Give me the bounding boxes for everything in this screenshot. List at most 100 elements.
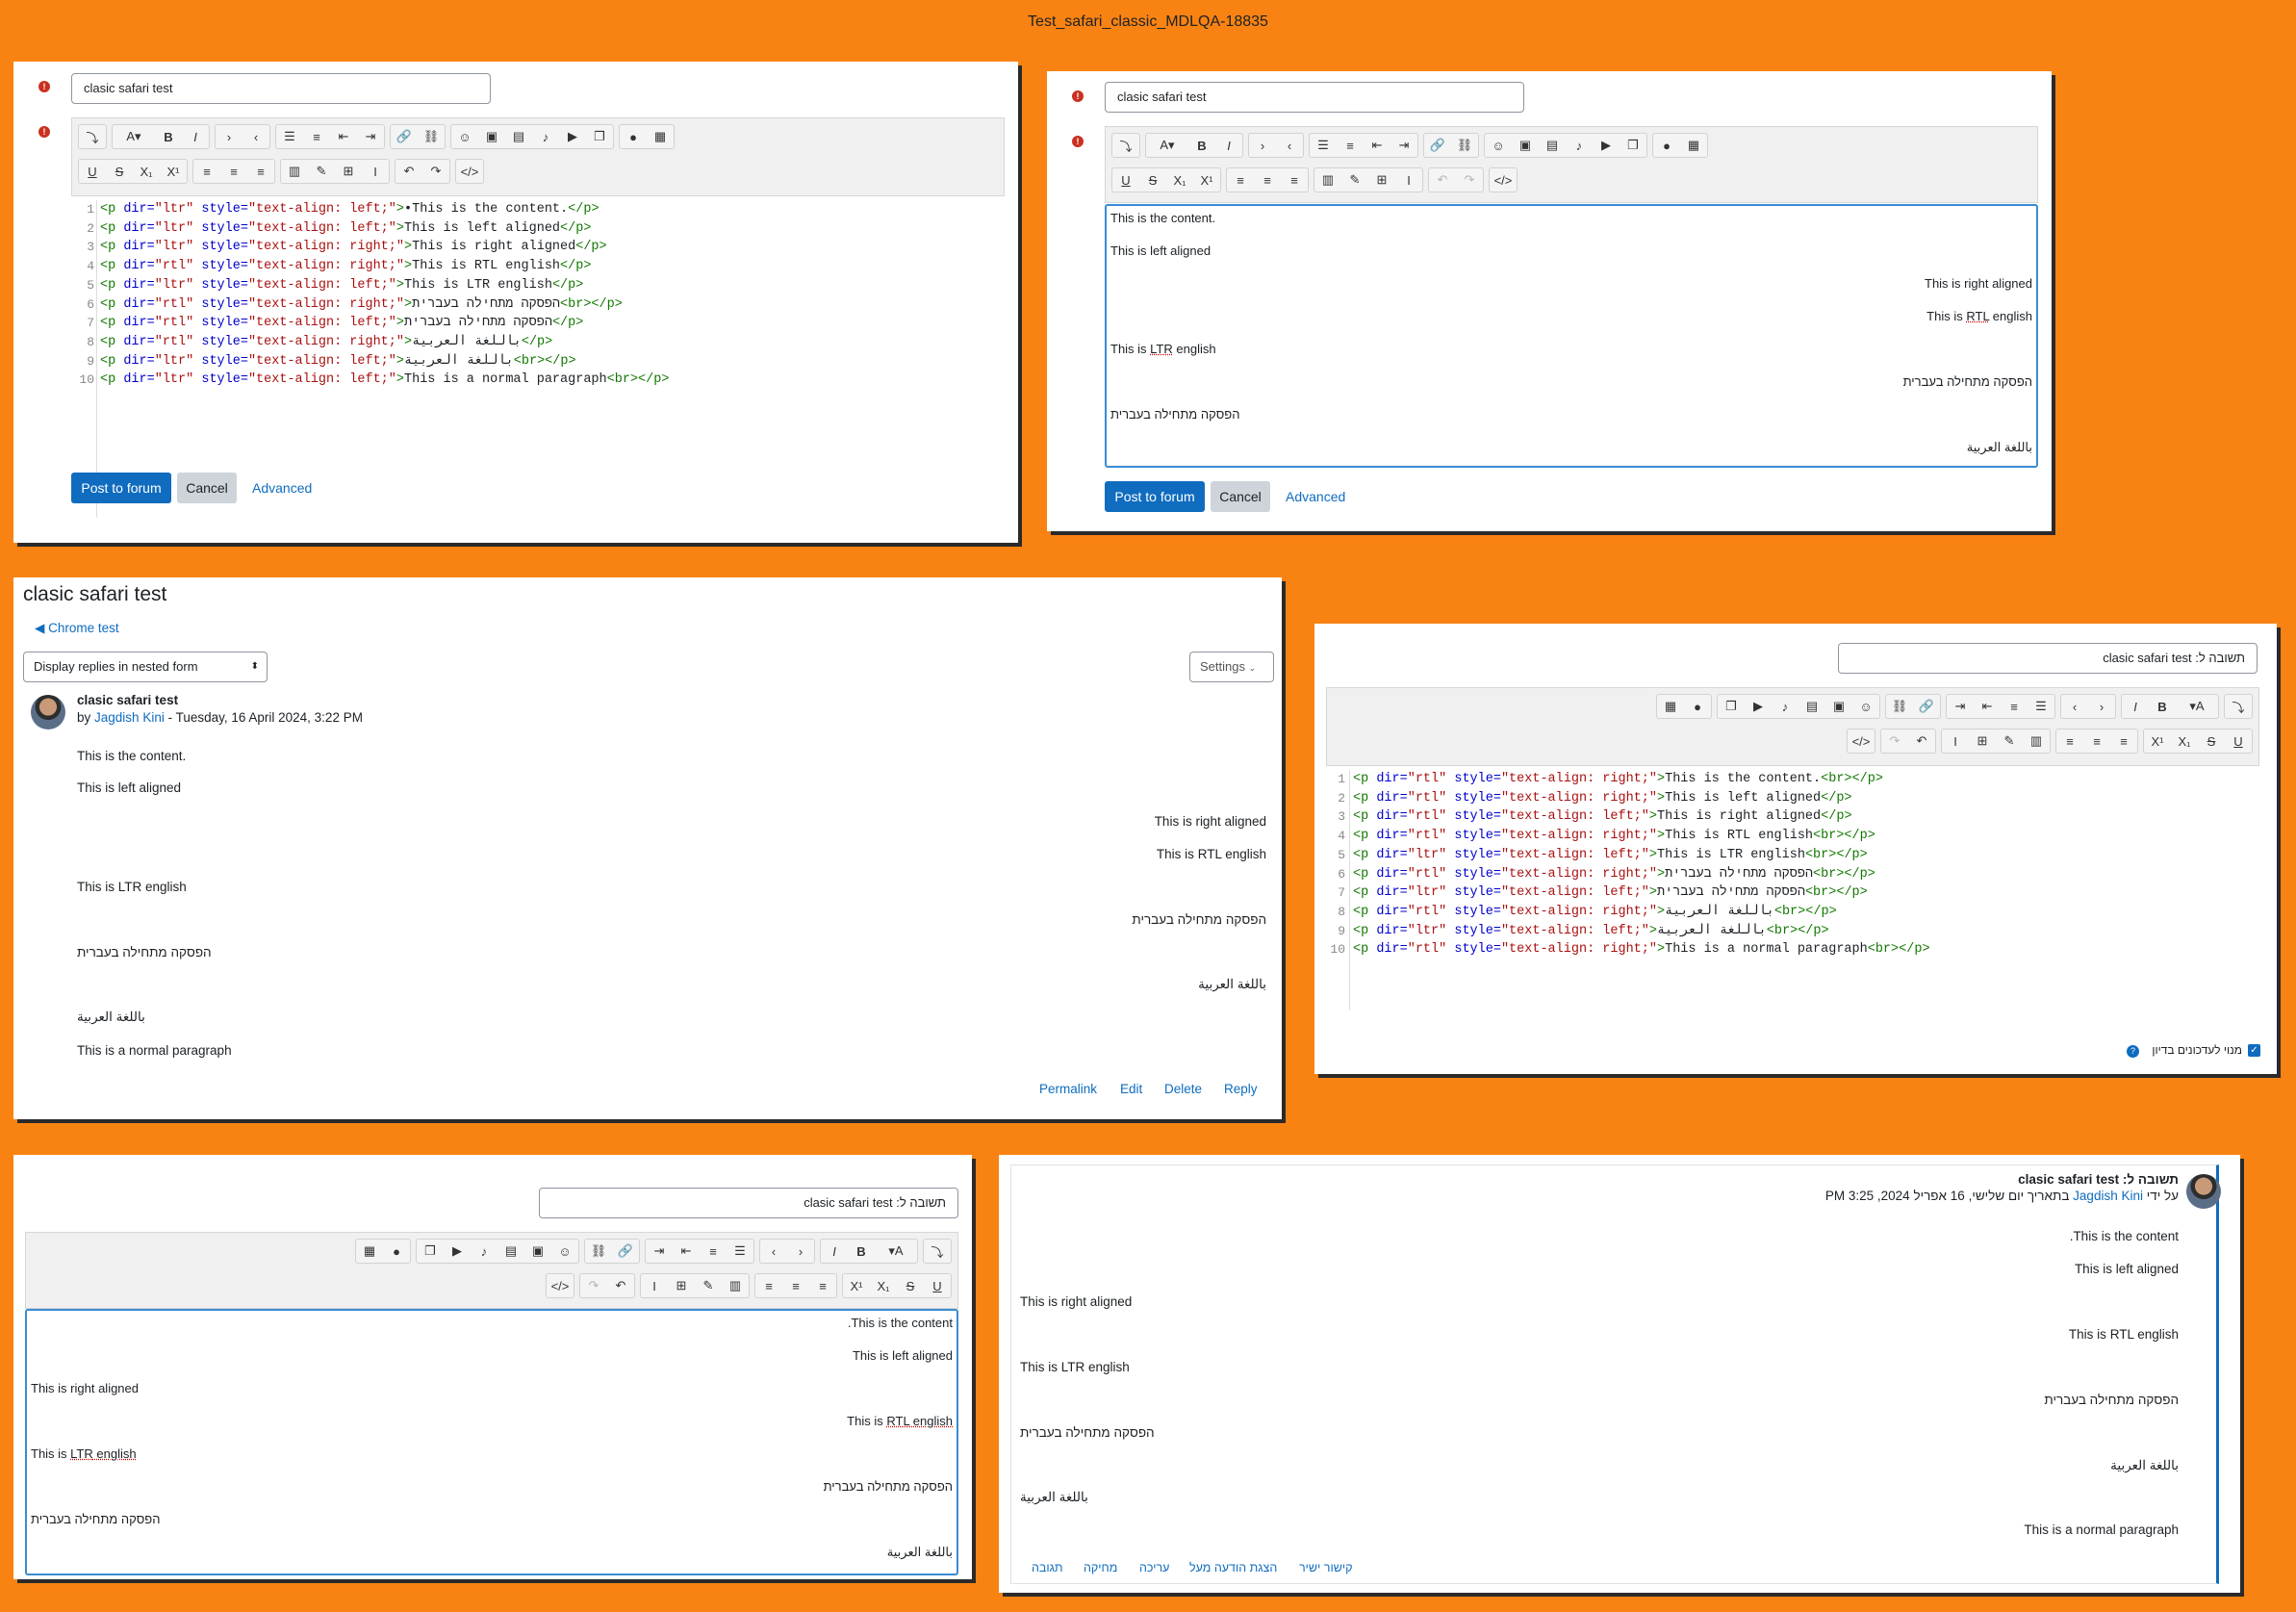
subject-input[interactable]: clasic safari test: [1105, 82, 1524, 113]
cancel-button[interactable]: Cancel: [1211, 481, 1270, 512]
underline-icon[interactable]: U: [79, 160, 106, 183]
collapse-icon[interactable]: ⤵: [79, 125, 106, 148]
subscript-icon[interactable]: X₁: [2171, 729, 2198, 753]
align-right-icon[interactable]: ≡: [2056, 729, 2083, 753]
video-icon[interactable]: ▶: [559, 125, 586, 148]
table-icon[interactable]: ⊞: [1969, 729, 1996, 753]
superscript-icon[interactable]: X¹: [2144, 729, 2171, 753]
grid-icon[interactable]: ▦: [356, 1240, 383, 1263]
subscript-icon[interactable]: X₁: [133, 160, 160, 183]
emoji-icon[interactable]: ☺: [551, 1240, 578, 1263]
permalink-link[interactable]: קישור ישיר: [1299, 1561, 1352, 1574]
align-right-icon[interactable]: ≡: [1281, 168, 1308, 192]
rtl-icon[interactable]: ‹: [760, 1240, 787, 1263]
media-icon[interactable]: ▤: [505, 125, 532, 148]
video-icon[interactable]: ▶: [1745, 695, 1772, 718]
image-icon[interactable]: ▣: [1825, 695, 1852, 718]
redo-icon[interactable]: ↷: [422, 160, 449, 183]
ltr-icon[interactable]: ›: [216, 125, 242, 148]
unordered-list-icon[interactable]: ☰: [727, 1240, 753, 1263]
emoji-icon[interactable]: ☺: [451, 125, 478, 148]
align-left-icon[interactable]: ≡: [1227, 168, 1254, 192]
html-source-code[interactable]: <p dir="rtl" style="text-align: right;">…: [1353, 770, 1930, 960]
html-source-icon[interactable]: </>: [1490, 168, 1517, 192]
redo-icon[interactable]: ↷: [1881, 729, 1908, 753]
video-icon[interactable]: ▶: [444, 1240, 471, 1263]
collapse-icon[interactable]: ⤵: [1112, 134, 1139, 157]
outdent-icon[interactable]: ⇤: [1364, 134, 1390, 157]
rtl-icon[interactable]: ‹: [2061, 695, 2088, 718]
align-center-icon[interactable]: ≡: [782, 1274, 809, 1297]
italic-icon[interactable]: I: [1215, 134, 1242, 157]
microphone-icon[interactable]: ♪: [532, 125, 559, 148]
grid-icon[interactable]: ▦: [1657, 695, 1684, 718]
ordered-list-icon[interactable]: ≡: [1337, 134, 1364, 157]
author-link[interactable]: Jagdish Kini: [2073, 1189, 2143, 1203]
undo-icon[interactable]: ↶: [607, 1274, 634, 1297]
unordered-list-icon[interactable]: ☰: [1310, 134, 1337, 157]
clear-format-icon[interactable]: I: [1395, 168, 1422, 192]
ordered-list-icon[interactable]: ≡: [2001, 695, 2028, 718]
advanced-link[interactable]: Advanced: [1286, 489, 1345, 504]
video-icon[interactable]: ▶: [1593, 134, 1620, 157]
link-icon[interactable]: 🔗: [391, 125, 418, 148]
rtl-icon[interactable]: ‹: [1276, 134, 1303, 157]
rtl-icon[interactable]: ‹: [242, 125, 269, 148]
subscribe-checkbox[interactable]: ✓: [2248, 1044, 2260, 1057]
image-icon[interactable]: ▣: [478, 125, 505, 148]
post-button[interactable]: Post to forum: [1105, 481, 1205, 512]
html-source-icon[interactable]: </>: [456, 160, 483, 183]
collapse-icon[interactable]: ⤵: [924, 1240, 951, 1263]
outdent-icon[interactable]: ⇤: [330, 125, 357, 148]
post-button[interactable]: Post to forum: [71, 473, 171, 503]
unordered-list-icon[interactable]: ☰: [276, 125, 303, 148]
clear-format-icon[interactable]: I: [641, 1274, 668, 1297]
align-right-icon[interactable]: ≡: [755, 1274, 782, 1297]
equation-icon[interactable]: ▥: [281, 160, 308, 183]
media-icon[interactable]: ▤: [1799, 695, 1825, 718]
unlink-icon[interactable]: ⛓: [418, 125, 445, 148]
clear-format-icon[interactable]: I: [1942, 729, 1969, 753]
author-link[interactable]: Jagdish Kini: [94, 710, 165, 725]
collapse-icon[interactable]: ⤵: [2225, 695, 2252, 718]
font-color-icon[interactable]: A▾: [1146, 134, 1188, 157]
indent-icon[interactable]: ⇥: [357, 125, 384, 148]
ltr-icon[interactable]: ›: [1249, 134, 1276, 157]
show-parent-link[interactable]: הצגת הודעה מעל: [1189, 1561, 1277, 1574]
link-icon[interactable]: 🔗: [612, 1240, 639, 1263]
grid-icon[interactable]: ▦: [647, 125, 674, 148]
indent-icon[interactable]: ⇥: [1390, 134, 1417, 157]
undo-icon[interactable]: ↶: [1429, 168, 1456, 192]
accessibility-icon[interactable]: ●: [1684, 695, 1711, 718]
underline-icon[interactable]: U: [924, 1274, 951, 1297]
indent-icon[interactable]: ⇥: [1947, 695, 1974, 718]
copy-icon[interactable]: ❐: [417, 1240, 444, 1263]
edit-icon[interactable]: ✎: [308, 160, 335, 183]
cancel-button[interactable]: Cancel: [177, 473, 237, 503]
subscript-icon[interactable]: X₁: [870, 1274, 897, 1297]
microphone-icon[interactable]: ♪: [1566, 134, 1593, 157]
copy-icon[interactable]: ❐: [586, 125, 613, 148]
italic-icon[interactable]: I: [2122, 695, 2149, 718]
bold-icon[interactable]: B: [2149, 695, 2176, 718]
link-icon[interactable]: 🔗: [1913, 695, 1940, 718]
superscript-icon[interactable]: X¹: [160, 160, 187, 183]
media-icon[interactable]: ▤: [497, 1240, 524, 1263]
accessibility-icon[interactable]: ●: [383, 1240, 410, 1263]
redo-icon[interactable]: ↷: [1456, 168, 1483, 192]
editor-content[interactable]: This is the content. This is left aligne…: [1105, 204, 2038, 468]
advanced-link[interactable]: Advanced: [252, 480, 312, 496]
accessibility-icon[interactable]: ●: [620, 125, 647, 148]
delete-link[interactable]: מחיקה: [1084, 1561, 1117, 1574]
outdent-icon[interactable]: ⇤: [1974, 695, 2001, 718]
copy-icon[interactable]: ❐: [1620, 134, 1646, 157]
italic-icon[interactable]: I: [182, 125, 209, 148]
ordered-list-icon[interactable]: ≡: [303, 125, 330, 148]
bold-icon[interactable]: B: [848, 1240, 875, 1263]
permalink-link[interactable]: Permalink: [1039, 1082, 1097, 1096]
html-source-code[interactable]: <p dir="ltr" style="text-align: left;">•…: [100, 200, 669, 390]
help-icon[interactable]: ?: [2127, 1045, 2139, 1058]
ordered-list-icon[interactable]: ≡: [700, 1240, 727, 1263]
ltr-icon[interactable]: ›: [787, 1240, 814, 1263]
editor-content[interactable]: .This is the content This is left aligne…: [25, 1309, 958, 1575]
